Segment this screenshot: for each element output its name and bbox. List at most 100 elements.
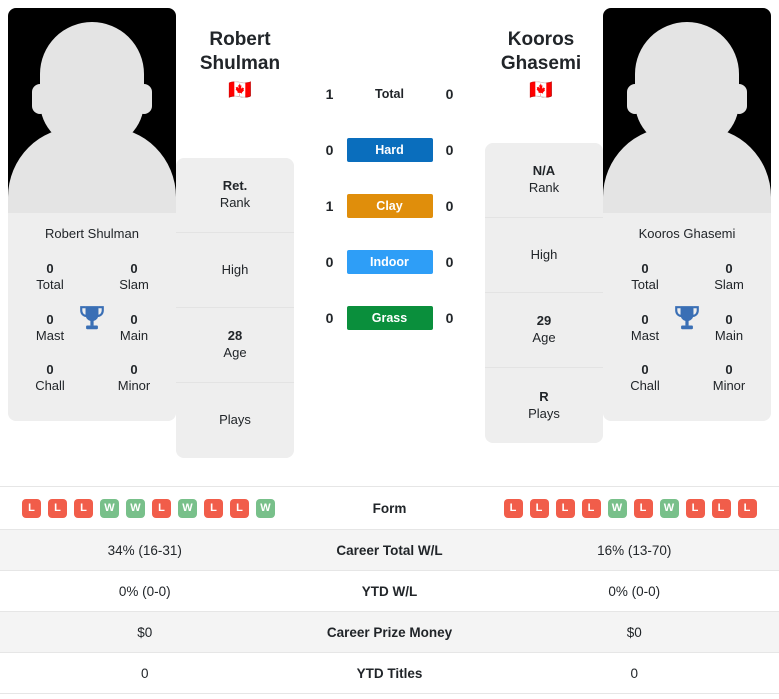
form-badge-w[interactable]: W [178, 498, 197, 518]
table-row: 34% (16-31) Career Total W/L 16% (13-70) [0, 530, 779, 571]
title-value: 0 [46, 311, 54, 327]
h2h-right-score: 0 [445, 86, 454, 102]
silhouette-body [603, 127, 771, 213]
stat-value-left: $0 [137, 624, 153, 640]
stat-value-left: 0% (0-0) [118, 583, 171, 599]
form-badge-w[interactable]: W [126, 498, 145, 518]
info-label: Age [532, 330, 556, 345]
info-plays-right: R Plays [485, 368, 603, 443]
title-value: 0 [725, 311, 733, 327]
player-left-first-name: Robert [209, 29, 271, 50]
h2h-row-clay: 1 Clay 0 [294, 178, 485, 234]
title-stat-slam: 0 Slam [92, 253, 176, 304]
title-stat-chall: 0 Chall [603, 354, 687, 405]
title-label: Slam [714, 277, 744, 293]
form-badge-w[interactable]: W [659, 498, 679, 518]
h2h-right-score: 0 [445, 142, 454, 158]
info-rank-right: N/A Rank [485, 143, 603, 218]
form-badge-l[interactable]: L [685, 498, 705, 518]
player-right-column: Kooros Ghasemi 0 Total 0 Slam 0 Mast 0 M… [603, 8, 771, 421]
form-badge-l[interactable]: L [633, 498, 653, 518]
silhouette-body [8, 127, 176, 213]
info-value: Ret. [222, 178, 248, 194]
form-badge-l[interactable]: L [48, 498, 67, 518]
form-badge-l[interactable]: L [152, 498, 171, 518]
title-label: Minor [712, 378, 746, 394]
h2h-badge-grass[interactable]: Grass [346, 306, 433, 330]
player-left-info-card: Ret. Rank High 28 Age Plays [176, 158, 294, 458]
player-right-name-label: Kooros Ghasemi [638, 226, 736, 241]
title-value: 0 [641, 261, 649, 276]
title-stat-total: 0 Total [8, 253, 92, 304]
stat-value-right: $0 [626, 624, 642, 640]
title-stat-chall: 0 Chall [8, 354, 92, 405]
form-badge-l[interactable]: L [529, 498, 549, 518]
form-badge-l[interactable]: L [74, 498, 93, 518]
h2h-row-hard: 0 Hard 0 [294, 122, 485, 178]
form-badge-w[interactable]: W [607, 498, 627, 518]
info-value: 29 [536, 313, 552, 329]
info-rank-left: Ret. Rank [176, 158, 294, 233]
title-label: Total [36, 277, 64, 293]
title-value: 0 [725, 362, 733, 377]
title-label: Mast [630, 327, 660, 343]
stat-label-form: Form [372, 500, 407, 516]
form-badge-l[interactable]: L [711, 498, 731, 518]
silhouette-ear-left [627, 84, 643, 114]
form-badge-w[interactable]: W [256, 498, 275, 518]
info-age-right: 29 Age [485, 293, 603, 368]
stat-value-right: 16% (13-70) [597, 542, 672, 558]
form-badge-l[interactable]: L [22, 498, 41, 518]
form-badge-l[interactable]: L [581, 498, 601, 518]
h2h-right-score: 0 [445, 198, 454, 214]
form-badge-w[interactable]: W [100, 498, 119, 518]
title-label: Main [714, 327, 744, 343]
player-right-card[interactable]: Kooros Ghasemi 0 Total 0 Slam 0 Mast 0 M… [603, 8, 771, 421]
form-badge-l[interactable]: L [230, 498, 249, 518]
title-value: 0 [46, 362, 54, 377]
form-badge-l[interactable]: L [737, 498, 757, 518]
title-value: 0 [641, 362, 649, 377]
form-badge-l[interactable]: L [204, 498, 223, 518]
form-badge-l[interactable]: L [503, 498, 523, 518]
silhouette-ear-right [731, 84, 747, 114]
h2h-badge-indoor[interactable]: Indoor [346, 250, 433, 274]
title-label: Total [631, 277, 659, 293]
stat-value-right: 0 [630, 665, 638, 681]
h2h-left-score: 1 [325, 86, 334, 102]
info-value: N/A [532, 163, 556, 179]
title-stat-minor: 0 Minor [687, 354, 771, 405]
h2h-row-total: 1 Total 0 [294, 66, 485, 122]
h2h-left-score: 0 [325, 254, 334, 270]
table-row: 0 YTD Titles 0 [0, 653, 779, 694]
info-label: Age [223, 345, 247, 360]
title-label: Minor [117, 378, 151, 394]
info-plays-left: Plays [176, 383, 294, 458]
player-right-first-name: Kooros [507, 29, 575, 50]
stat-label-ytd-titles: YTD Titles [356, 665, 423, 681]
info-label: High [530, 246, 558, 262]
stat-label-career-total-wl: Career Total W/L [336, 542, 443, 558]
player-left-card[interactable]: Robert Shulman 0 Total 0 Slam 0 Mast 0 M… [8, 8, 176, 421]
title-value: 0 [130, 311, 138, 327]
stat-label-career-prize-money: Career Prize Money [326, 624, 453, 640]
form-strip-left: LLLWWLWLLW [0, 498, 290, 518]
flag-icon-canada-right: 🇨🇦 [529, 79, 553, 101]
info-label: Rank [219, 195, 251, 210]
stat-value-left: 0 [140, 665, 149, 681]
stats-comparison-table: LLLWWLWLLW Form LLLLWLWLLL 34% (16-31) C… [0, 486, 779, 694]
h2h-badge-hard[interactable]: Hard [346, 138, 433, 162]
title-label: Slam [119, 277, 149, 293]
form-badge-l[interactable]: L [555, 498, 575, 518]
player-left-name-label: Robert Shulman [45, 226, 139, 241]
h2h-right-score: 0 [445, 254, 454, 270]
title-label: Chall [35, 378, 65, 394]
h2h-badge-clay[interactable]: Clay [346, 194, 433, 218]
info-value: 28 [227, 328, 243, 344]
player-right-info-card: N/A Rank High 29 Age R Plays [485, 143, 603, 443]
player-left-heading: Robert Shulman 🇨🇦 [165, 28, 315, 103]
form-right-cell: LLLLWLWLLL [490, 498, 779, 518]
player-right-heading: Kooros Ghasemi 🇨🇦 [466, 28, 616, 103]
h2h-left-score: 0 [325, 142, 334, 158]
form-left-cell: LLLWWLWLLW [0, 498, 290, 518]
